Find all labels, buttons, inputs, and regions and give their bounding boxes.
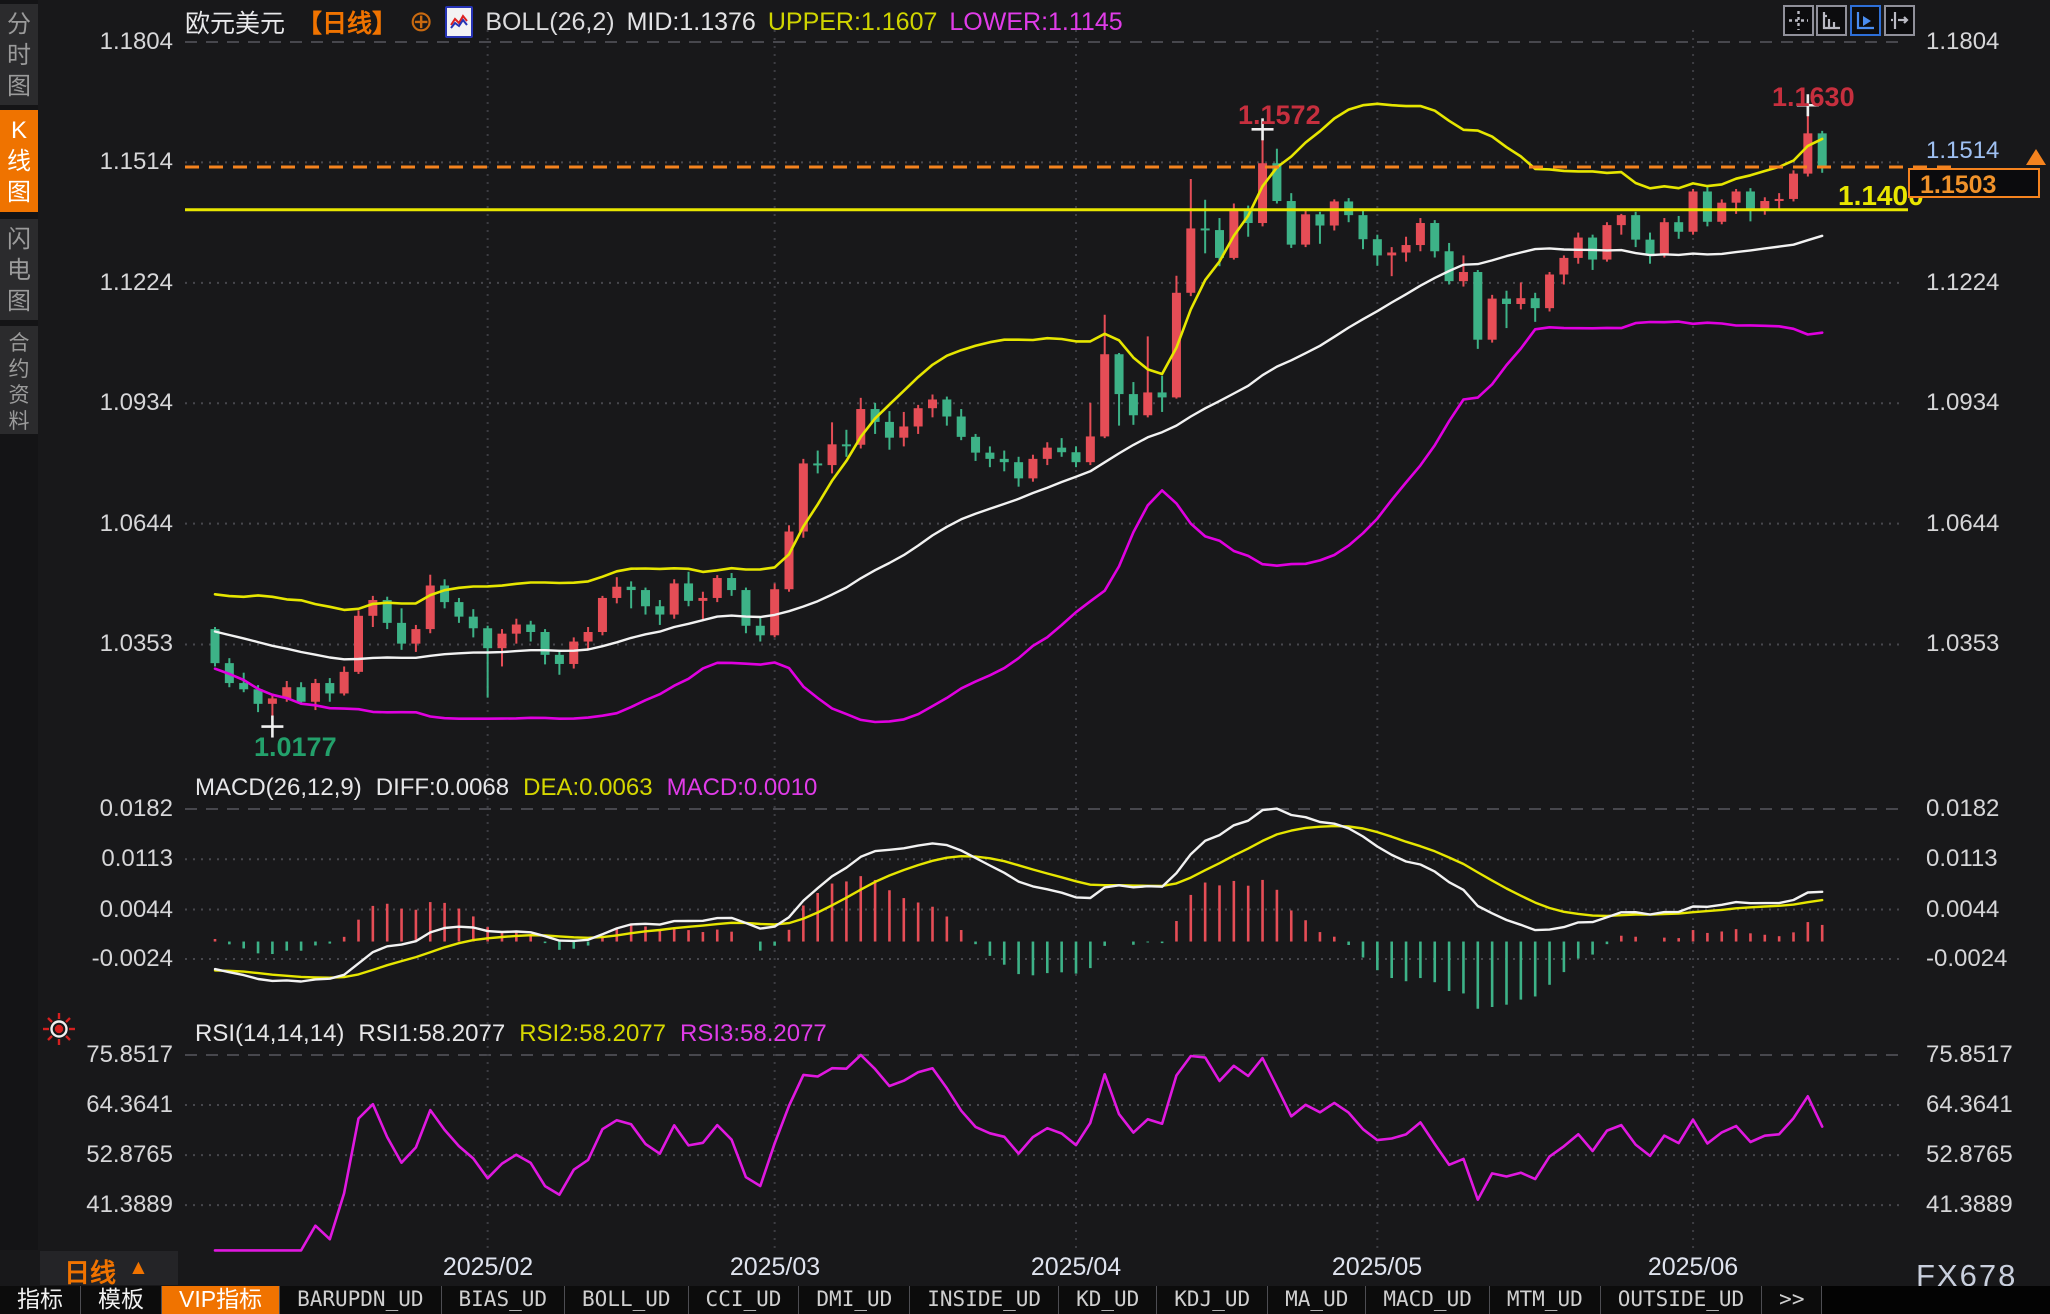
tab-outside-ud[interactable]: OUTSIDE_UD <box>1601 1286 1762 1314</box>
macd-axis-label: 0.0044 <box>58 896 173 924</box>
rsi-axis-label: 41.3889 <box>1926 1191 2046 1219</box>
sidebar-item-time-chart[interactable]: 分时图 <box>0 4 38 105</box>
period-tag[interactable]: 【日线】 <box>297 4 397 40</box>
tab-templates[interactable]: 模板 <box>81 1286 162 1314</box>
tab-mtm-ud[interactable]: MTM_UD <box>1490 1286 1601 1314</box>
x-axis-date: 2025/05 <box>1307 1253 1447 1282</box>
tab-vip-indicators[interactable]: VIP指标 <box>162 1286 280 1314</box>
x-axis-date: 2025/06 <box>1623 1253 1763 1282</box>
price-axis-label: 1.1224 <box>58 269 173 297</box>
trading-app-window: { "header": { "symbol": "欧元美元", "period_… <box>0 0 2050 1314</box>
rsi-name: RSI(14,14,14) <box>195 1020 344 1048</box>
rsi-axis-label: 41.3889 <box>58 1191 173 1219</box>
crosshair-pan-icon[interactable] <box>1783 5 1814 36</box>
tab-dmi-ud[interactable]: DMI_UD <box>799 1286 910 1314</box>
boll-upper-value: UPPER:1.1607 <box>768 8 938 37</box>
tab-boll-ud[interactable]: BOLL_UD <box>565 1286 689 1314</box>
price-axis-label: 1.0353 <box>58 630 173 658</box>
macd-diff-value: DIFF:0.0068 <box>376 774 509 802</box>
rsi3-value: RSI3:58.2077 <box>680 1020 827 1048</box>
rsi-axis-label: 64.3641 <box>58 1091 173 1119</box>
tab-ma-ud[interactable]: MA_UD <box>1268 1286 1366 1314</box>
rsi2-value: RSI2:58.2077 <box>519 1020 666 1048</box>
tab-barupdn-ud[interactable]: BARUPDN_UD <box>280 1286 441 1314</box>
rsi-axis-label: 75.8517 <box>1926 1041 2046 1069</box>
rsi-axis-label: 52.8765 <box>58 1141 173 1169</box>
price-marker-icon <box>2026 149 2046 165</box>
macd-axis-label: -0.0024 <box>1926 945 2046 973</box>
swing-high-annotation: 1.1572 <box>1238 100 1321 131</box>
rsi1-value: RSI1:58.2077 <box>358 1020 505 1048</box>
price-axis-label: 1.1804 <box>58 28 173 56</box>
chart-style-icon[interactable] <box>445 6 473 38</box>
symbol-name: 欧元美元 <box>185 4 285 40</box>
period-dropdown-arrow-icon[interactable]: ▲ <box>128 1256 149 1280</box>
macd-axis-label: 0.0113 <box>58 845 173 873</box>
macd-dea-value: DEA:0.0063 <box>523 774 652 802</box>
alert-sun-icon[interactable] <box>42 1012 76 1051</box>
chart-type-sidebar: 分时图 K线图 闪电图 合约资料 <box>0 0 38 1250</box>
axis-play-icon[interactable] <box>1850 5 1881 36</box>
macd-macd-value: MACD:0.0010 <box>667 774 818 802</box>
indicator-name: BOLL(26,2) <box>485 8 614 37</box>
indicator-tab-bar: 指标 模板 VIP指标 BARUPDN_UD BIAS_UD BOLL_UD C… <box>0 1286 2050 1314</box>
rsi-axis-label: 64.3641 <box>1926 1091 2046 1119</box>
macd-axis-label: 0.0182 <box>1926 795 2046 823</box>
tab-kdj-ud[interactable]: KDJ_UD <box>1157 1286 1268 1314</box>
boll-lower-value: LOWER:1.1145 <box>949 8 1122 37</box>
axis-bars-icon[interactable] <box>1816 5 1847 36</box>
sidebar-item-lightning-chart[interactable]: 闪电图 <box>0 219 38 320</box>
price-axis-label: 1.1224 <box>1926 269 2046 297</box>
tab-more[interactable]: >> <box>1762 1286 1822 1314</box>
add-overlay-icon[interactable]: ⊕ <box>409 8 433 36</box>
sidebar-item-candle-chart[interactable]: K线图 <box>0 110 38 212</box>
swing-high-annotation: 1.1630 <box>1772 82 1855 113</box>
chart-header: 欧元美元 【日线】 ⊕ BOLL(26,2) MID:1.1376 UPPER:… <box>185 6 1123 38</box>
tab-macd-ud[interactable]: MACD_UD <box>1366 1286 1490 1314</box>
last-price-tag: 1.1503 <box>1908 168 2040 198</box>
rsi-axis-label: 52.8765 <box>1926 1141 2046 1169</box>
boll-mid-value: MID:1.1376 <box>627 8 756 37</box>
x-axis-date: 2025/03 <box>705 1253 845 1282</box>
tab-kd-ud[interactable]: KD_UD <box>1059 1286 1157 1314</box>
macd-axis-label: 0.0044 <box>1926 896 2046 924</box>
price-axis-label: 1.1804 <box>1926 28 2046 56</box>
price-axis-label: 1.0644 <box>1926 510 2046 538</box>
price-axis-label: 1.0353 <box>1926 630 2046 658</box>
price-axis-label: 1.0934 <box>1926 389 2046 417</box>
tab-bias-ud[interactable]: BIAS_UD <box>442 1286 566 1314</box>
tab-inside-ud[interactable]: INSIDE_UD <box>910 1286 1059 1314</box>
macd-axis-label: 0.0113 <box>1926 845 2046 873</box>
macd-axis-label: 0.0182 <box>58 795 173 823</box>
price-axis-label: 1.0644 <box>58 510 173 538</box>
period-selector[interactable]: 日线 <box>64 1253 116 1290</box>
price-axis-label: 1.0934 <box>58 389 173 417</box>
tab-indicators[interactable]: 指标 <box>0 1286 81 1314</box>
price-axis-label: 1.1514 <box>58 148 173 176</box>
chart-canvas[interactable] <box>0 0 2050 1314</box>
sidebar-item-contract-info[interactable]: 合约资料 <box>0 326 38 434</box>
macd-name: MACD(26,12,9) <box>195 774 362 802</box>
x-axis-date: 2025/04 <box>1006 1253 1146 1282</box>
rsi-header: RSI(14,14,14) RSI1:58.2077 RSI2:58.2077 … <box>195 1020 827 1048</box>
tab-cci-ud[interactable]: CCI_UD <box>689 1286 800 1314</box>
axis-shift-icon[interactable] <box>1884 5 1915 36</box>
swing-low-annotation: 1.0177 <box>254 732 337 763</box>
x-axis-date: 2025/02 <box>418 1253 558 1282</box>
macd-header: MACD(26,12,9) DIFF:0.0068 DEA:0.0063 MAC… <box>195 774 817 802</box>
macd-axis-label: -0.0024 <box>58 945 173 973</box>
